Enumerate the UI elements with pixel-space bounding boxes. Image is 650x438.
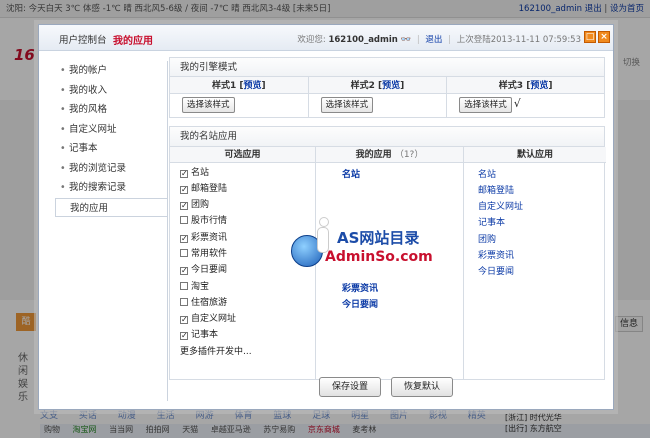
dialog-sidebar: • 我的帐户 • 我的收入 • 我的风格 • 自定义网址 • 记事本 • 我的浏览记录 • 我… [55, 61, 167, 401]
my-app-item[interactable] [342, 183, 463, 199]
app-option[interactable]: ✓ 邮箱登陆 [180, 181, 315, 197]
style-header-3: 样式3 [预览] [446, 77, 605, 94]
checkbox[interactable] [180, 248, 188, 257]
app-option[interactable]: ✓ 名站 [180, 165, 315, 181]
sidebar-divider [167, 61, 168, 401]
optional-apps-header: 可选应用 [170, 146, 315, 163]
sidebar-item-label: 记事本 [69, 143, 98, 154]
glasses-icon: 👓 [400, 35, 412, 45]
sidebar-item-account[interactable]: • 我的帐户 [55, 61, 167, 81]
app-option[interactable]: 住宿旅游 [180, 295, 315, 311]
default-app-item[interactable]: 邮箱登陆 [478, 183, 606, 199]
checkbox[interactable]: ✓ [180, 202, 188, 211]
bullet-icon: • [60, 104, 66, 115]
last-login-text: 上次登陆2013-11-11 07:59:53 [456, 35, 581, 45]
bullet-icon: • [60, 143, 66, 154]
sidebar-item-label: 我的收入 [69, 84, 108, 96]
checkbox[interactable]: ✓ [180, 169, 188, 178]
sidebar-item-my-apps[interactable]: 我的应用 [55, 197, 167, 217]
checkbox[interactable] [180, 297, 188, 306]
sidebar-item-label: 我的搜索记录 [69, 182, 127, 193]
preview-link-2[interactable]: 预览 [382, 81, 400, 91]
default-app-item[interactable]: 自定义网址 [478, 199, 606, 215]
watermark-line-2: AdminSo.com [325, 249, 433, 265]
tab-my-apps[interactable]: 我的应用 [113, 32, 153, 47]
close-icon[interactable]: × [598, 31, 610, 43]
preview-link-3[interactable]: 预览 [530, 81, 548, 91]
app-option[interactable]: ✓ 记事本 [180, 327, 315, 343]
checkbox[interactable]: ✓ [180, 234, 188, 243]
my-apps-header: 我的应用 （1?） [316, 146, 463, 163]
sidebar-item-style[interactable]: • 我的风格 [55, 100, 167, 120]
my-apps-hint: （1?） [394, 149, 424, 160]
bullet-icon: • [60, 182, 66, 193]
default-app-item[interactable]: 团购 [478, 232, 606, 248]
bullet-icon: • [60, 84, 66, 96]
engine-section-title: 我的引擎模式 [169, 57, 605, 77]
sidebar-item-label: 自定义网址 [69, 123, 117, 135]
select-style-3-button[interactable]: 选择该样式 [459, 97, 512, 113]
style-header-2: 样式2 [预览] [308, 77, 448, 94]
app-option[interactable]: ✓ 团购 [180, 197, 315, 213]
user-console-dialog: 用户控制台 我的应用 欢迎您: 162100_admin 👓 | 退出 | 上次… [38, 24, 614, 410]
sidebar-item-notepad[interactable]: • 记事本 [55, 139, 167, 159]
bullet-icon: • [60, 162, 66, 174]
selected-check-icon: √ [513, 97, 521, 110]
sidebar-item-label: 我的浏览记录 [69, 162, 127, 174]
default-app-item[interactable]: 记事本 [478, 215, 606, 231]
default-app-item[interactable]: 彩票资讯 [478, 248, 606, 264]
dialog-username: 162100_admin [328, 35, 398, 45]
welcome-label: 欢迎您: [297, 35, 326, 45]
bullet-icon: • [60, 65, 66, 76]
sidebar-item-label: 我的风格 [69, 104, 108, 115]
style-header-1: 样式1 [预览] [169, 77, 309, 94]
my-app-item[interactable]: 彩票资讯 [342, 281, 463, 297]
select-style-1-button[interactable]: 选择该样式 [182, 97, 235, 113]
select-style-2-button[interactable]: 选择该样式 [320, 97, 374, 113]
checkbox[interactable]: ✓ [180, 185, 188, 194]
my-app-item[interactable]: 今日要闻 [342, 297, 463, 313]
apps-section-title: 我的名站应用 [170, 126, 604, 147]
watermark-line-1: AS网站目录 [337, 229, 420, 247]
sidebar-item-income[interactable]: • 我的收入 [55, 81, 167, 101]
default-apps-header: 默认应用 [464, 146, 606, 163]
dialog-header: 用户控制台 我的应用 欢迎您: 162100_admin 👓 | 退出 | 上次… [39, 25, 613, 51]
checkbox[interactable]: ✓ [180, 332, 188, 341]
default-app-item[interactable]: 今日要闻 [478, 264, 606, 280]
app-option[interactable]: ✓ 自定义网址 [180, 311, 315, 327]
checkbox[interactable]: ✓ [180, 316, 188, 325]
sidebar-item-label: 我的帐户 [69, 65, 108, 76]
bullet-icon: • [60, 123, 66, 135]
dialog-user-info: 欢迎您: 162100_admin 👓 | 退出 | 上次登陆2013-11-1… [297, 35, 581, 45]
watermark-logo: AS网站目录 AdminSo.com [287, 213, 447, 283]
save-settings-button[interactable]: 保存设置 [319, 377, 381, 397]
engine-style-table: 样式1 [预览] 样式2 [预览] 样式3 [预览] 选择该样式 选择该样式 选… [169, 77, 605, 118]
checkbox[interactable] [180, 216, 188, 225]
sidebar-item-search-history[interactable]: • 我的搜索记录 [55, 178, 167, 198]
checkbox[interactable] [180, 281, 188, 290]
tab-control-panel[interactable]: 用户控制台 [59, 32, 107, 46]
checkbox[interactable]: ✓ [180, 267, 188, 276]
restore-default-button[interactable]: 恢复默认 [391, 377, 453, 397]
dialog-logout-link[interactable]: 退出 [425, 35, 442, 45]
sidebar-item-browse-history[interactable]: • 我的浏览记录 [55, 159, 167, 179]
default-app-item[interactable]: 名站 [478, 167, 606, 183]
more-plugins-text: 更多插件开发中... [180, 346, 252, 357]
sidebar-item-custom-urls[interactable]: • 自定义网址 [55, 120, 167, 140]
minimize-icon[interactable]: □ [584, 31, 596, 43]
preview-link-1[interactable]: 预览 [244, 81, 262, 91]
default-apps-column: 默认应用 名站 邮箱登陆 自定义网址 记事本 团购 彩票资讯 今日要闻 [464, 146, 606, 379]
sidebar-item-label: 我的应用 [70, 202, 109, 214]
my-app-item[interactable]: 名站 [342, 167, 463, 183]
